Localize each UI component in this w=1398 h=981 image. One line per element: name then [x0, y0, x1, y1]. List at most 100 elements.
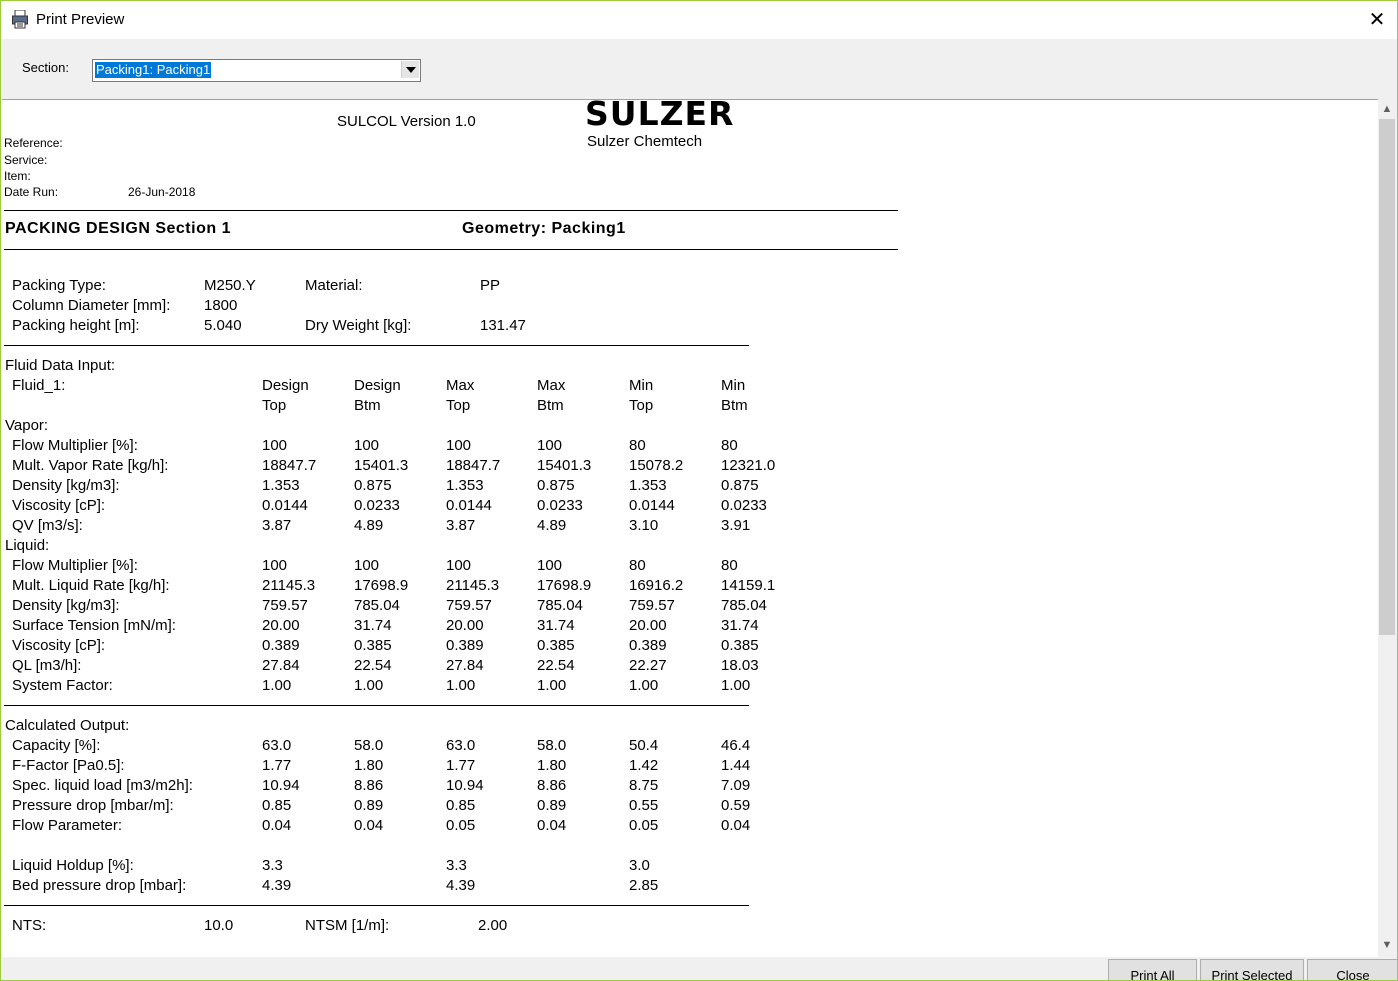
row-value: 4.39	[262, 877, 292, 894]
row-label: Flow Multiplier [%]:	[12, 557, 138, 574]
row-value: 1.353	[446, 477, 484, 494]
row-value: 0.55	[629, 797, 659, 814]
row-value: 8.86	[354, 777, 384, 794]
scroll-up-icon[interactable]: ▲	[1378, 100, 1396, 118]
column-header: Max	[446, 377, 475, 394]
divider	[4, 210, 898, 211]
column-header: Btm	[537, 397, 564, 414]
row-value: 80	[629, 437, 646, 454]
row-value: 17698.9	[354, 577, 409, 594]
row-label: System Factor:	[12, 677, 113, 694]
print-all-button[interactable]: Print All	[1108, 959, 1197, 980]
sulzer-logo: SULZER	[585, 99, 735, 133]
row-value: 15401.3	[537, 457, 592, 474]
vertical-scrollbar[interactable]: ▲ ▼	[1378, 100, 1396, 956]
row-value: 3.0	[629, 857, 650, 874]
row-value: 1.44	[721, 757, 751, 774]
section-dropdown[interactable]: Packing1: Packing1	[92, 59, 421, 82]
row-value: 785.04	[537, 597, 583, 614]
row-value: 1.00	[537, 677, 567, 694]
row-value: 0.59	[721, 797, 751, 814]
row-value: 1.80	[537, 757, 567, 774]
chevron-down-icon[interactable]	[401, 61, 419, 78]
row-value: 14159.1	[721, 577, 776, 594]
packing-height-label: Packing height [m]:	[12, 317, 140, 334]
row-value: 58.0	[354, 737, 384, 754]
scrollbar-thumb[interactable]	[1379, 119, 1395, 635]
dry-weight-value: 131.47	[480, 317, 526, 334]
row-value: 759.57	[446, 597, 492, 614]
row-value: 100	[354, 557, 380, 574]
row-label: QL [m3/h]:	[12, 657, 82, 674]
table-row: Bed pressure drop [mbar]: 4.39 4.39 2.85	[2, 877, 802, 897]
row-value: 58.0	[537, 737, 567, 754]
row-value: 46.4	[721, 737, 751, 754]
report-version: SULCOL Version 1.0	[337, 113, 476, 130]
row-value: 0.875	[721, 477, 759, 494]
scroll-down-icon[interactable]: ▼	[1378, 936, 1396, 954]
table-row: Mult. Liquid Rate [kg/h]: 21145.3 17698.9 2…	[2, 577, 802, 597]
row-value: 785.04	[354, 597, 400, 614]
window-close-button[interactable]: ✕	[1364, 7, 1390, 33]
divider	[4, 249, 898, 250]
ntsm-value: 2.00	[478, 917, 508, 934]
row-value: 100	[354, 437, 380, 454]
row-value: 3.3	[446, 857, 467, 874]
material-label: Material:	[305, 277, 363, 294]
table-row: Spec. liquid load [m3/m2h]: 10.94 8.86 10.9…	[2, 777, 802, 797]
row-value: 18847.7	[446, 457, 501, 474]
row-value: 2.85	[629, 877, 659, 894]
row-value: 1.00	[629, 677, 659, 694]
row-value: 31.74	[721, 617, 759, 634]
row-value: 100	[446, 557, 472, 574]
row-value: 15401.3	[354, 457, 409, 474]
row-value: 1.00	[262, 677, 292, 694]
row-value: 20.00	[262, 617, 300, 634]
close-button[interactable]: Close	[1307, 959, 1397, 980]
row-value: 63.0	[262, 737, 292, 754]
row-value: 4.89	[354, 517, 384, 534]
row-value: 3.91	[721, 517, 751, 534]
row-value: 3.87	[446, 517, 476, 534]
row-label: Liquid Holdup [%]:	[12, 857, 134, 874]
row-value: 0.385	[537, 637, 575, 654]
row-value: 0.05	[446, 817, 476, 834]
row-value: 0.04	[721, 817, 751, 834]
row-value: 0.04	[537, 817, 567, 834]
print-selected-button[interactable]: Print Selected	[1200, 959, 1304, 980]
row-value: 80	[721, 557, 738, 574]
row-label: Spec. liquid load [m3/m2h]:	[12, 777, 193, 794]
row-value: 0.385	[354, 637, 392, 654]
row-label: Flow Parameter:	[12, 817, 123, 834]
fluid-name: Fluid_1:	[12, 377, 66, 394]
row-value: 0.85	[262, 797, 292, 814]
table-row: Viscosity [cP]: 0.389 0.385 0.389 0.385 0.389…	[2, 637, 802, 657]
row-value: 12321.0	[721, 457, 776, 474]
row-value: 0.04	[262, 817, 292, 834]
output-heading: Calculated Output:	[5, 717, 130, 734]
column-header: Top	[629, 397, 654, 414]
table-row: Flow Multiplier [%]: 100 100 100 100 80 80	[2, 557, 802, 577]
nts-value: 10.0	[204, 917, 234, 934]
row-value: 0.875	[354, 477, 392, 494]
row-value: 0.875	[537, 477, 575, 494]
row-label: Density [kg/m3]:	[12, 597, 120, 614]
row-value: 100	[446, 437, 472, 454]
vapor-heading: Vapor:	[5, 417, 49, 434]
packing-type-label: Packing Type:	[12, 277, 106, 294]
row-value: 17698.9	[537, 577, 592, 594]
row-value: 22.54	[537, 657, 575, 674]
window-title: Print Preview	[36, 11, 125, 28]
row-value: 1.77	[446, 757, 476, 774]
row-value: 0.385	[721, 637, 759, 654]
row-value: 1.353	[629, 477, 667, 494]
section-title: PACKING DESIGN Section 1	[5, 220, 231, 237]
row-value: 80	[629, 557, 646, 574]
row-value: 1.77	[262, 757, 292, 774]
row-value: 27.84	[262, 657, 300, 674]
row-value: 3.3	[262, 857, 283, 874]
row-label: Bed pressure drop [mbar]:	[12, 877, 187, 894]
dry-weight-label: Dry Weight [kg]:	[305, 317, 412, 334]
column-header: Min	[721, 377, 746, 394]
row-value: 759.57	[262, 597, 308, 614]
